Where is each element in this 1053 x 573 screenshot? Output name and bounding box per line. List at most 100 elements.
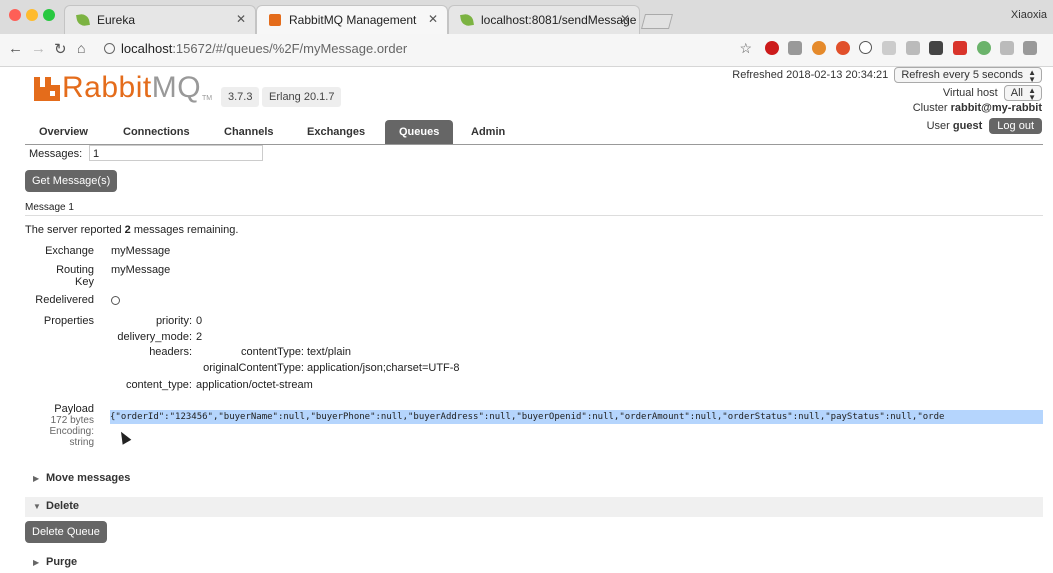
tab-connections[interactable]: Connections: [109, 120, 204, 144]
url-field[interactable]: localhost:15672/#/queues/%2F/myMessage.o…: [98, 38, 758, 60]
user-label: User: [926, 120, 950, 132]
close-tab-icon[interactable]: ✕: [620, 12, 630, 26]
tab-channels[interactable]: Channels: [210, 120, 288, 144]
tab-title: RabbitMQ Management: [289, 13, 417, 27]
rabbitmq-icon: [269, 14, 281, 26]
refresh-row: Refreshed 2018-02-13 20:34:21 Refresh ev…: [732, 67, 1042, 84]
back-arrow-icon[interactable]: ←: [8, 40, 23, 57]
user-value: guest: [952, 120, 983, 132]
refresh-select-value: Refresh every 5 seconds: [901, 69, 1023, 81]
remaining-text: The server reported 2 messages remaining…: [25, 224, 238, 236]
tab-queues[interactable]: Queues: [385, 120, 454, 144]
send-extension-icon[interactable]: [1023, 41, 1037, 55]
content-type-header-key: contentType:: [241, 346, 304, 358]
routing-label: Routing: [56, 264, 94, 276]
message-heading: Message 1: [25, 202, 74, 213]
original-content-type-value: application/json;charset=UTF-8: [307, 362, 460, 374]
logout-button[interactable]: Log out: [989, 118, 1042, 134]
original-content-type-key: originalContentType:: [203, 362, 304, 374]
expand-triangle-icon: ▶: [33, 474, 40, 483]
close-window-button[interactable]: [9, 9, 21, 21]
plus-extension-icon[interactable]: [953, 41, 967, 55]
reload-icon[interactable]: ↻: [54, 40, 67, 58]
window-extension-icon[interactable]: [906, 41, 920, 55]
content-type-value: application/octet-stream: [196, 379, 313, 391]
tab-exchanges[interactable]: Exchanges: [293, 120, 379, 144]
logo-text: RabbitMQ: [62, 71, 201, 105]
new-tab-button[interactable]: [640, 14, 674, 29]
extension-icon[interactable]: [788, 41, 802, 55]
close-tab-icon[interactable]: ✕: [236, 12, 246, 26]
url-host: localhost: [121, 41, 173, 56]
close-tab-icon[interactable]: ✕: [428, 12, 438, 26]
payload-label: Payload: [54, 403, 94, 415]
move-messages-title: Move messages: [46, 472, 131, 484]
select-arrows-icon: ▲ ▼: [1028, 68, 1036, 84]
delete-section[interactable]: ▼ Delete: [25, 497, 1043, 517]
purge-section[interactable]: ▶ Purge: [25, 553, 1043, 573]
browser-tab-strip: Eureka ✕ RabbitMQ Management ✕ localhost…: [0, 0, 1053, 35]
remaining-suffix: messages remaining.: [133, 224, 239, 236]
tab-title: localhost:8081/sendMessage: [481, 13, 637, 27]
get-messages-button[interactable]: Get Message(s): [25, 170, 118, 192]
maximize-window-button[interactable]: [43, 9, 55, 21]
vhost-select[interactable]: All ▲ ▼: [1003, 85, 1042, 102]
color-extension-icon[interactable]: [977, 41, 991, 55]
remaining-count: 2: [124, 224, 131, 236]
tab-title: Eureka: [97, 13, 136, 27]
block-extension-icon[interactable]: [836, 41, 850, 55]
exchange-label: Exchange: [45, 245, 94, 257]
filter-extension-icon[interactable]: [1000, 41, 1014, 55]
cookie-extension-icon[interactable]: [812, 41, 826, 55]
browser-tab-eureka[interactable]: Eureka ✕: [64, 5, 256, 34]
priority-value: 0: [196, 315, 203, 327]
messages-count-input[interactable]: 1: [89, 145, 263, 161]
delivery-mode-key: delivery_mode:: [117, 331, 192, 343]
user-row: User guest Log out: [927, 118, 1042, 134]
messages-label: Messages:: [29, 148, 83, 160]
spring-leaf-icon: [460, 13, 474, 27]
expand-triangle-icon: ▶: [33, 558, 40, 567]
browser-tab-sendmessage[interactable]: localhost:8081/sendMessage ✕: [448, 5, 640, 34]
version-badge: 3.7.3: [221, 87, 260, 107]
vhost-label: Virtual host: [942, 87, 998, 99]
info-extension-icon[interactable]: [859, 41, 872, 54]
tab-overview[interactable]: Overview: [25, 120, 102, 144]
vhost-select-value: All: [1010, 87, 1023, 99]
cluster-label: Cluster: [912, 102, 948, 114]
browser-tab-rabbitmq[interactable]: RabbitMQ Management ✕: [256, 5, 448, 34]
encoding-label: Encoding:: [49, 426, 94, 437]
url-path: :15672/#/queues/%2F/myMessage.order: [172, 41, 408, 56]
home-icon[interactable]: ⌂: [77, 40, 85, 56]
cluster-row: Cluster rabbit@my-rabbit: [913, 102, 1042, 114]
payload-size: 172 bytes: [50, 415, 94, 426]
profile-name[interactable]: Xiaoxia: [1011, 9, 1047, 21]
payload-text[interactable]: {"orderId":"123456","buyerName":null,"bu…: [110, 410, 1043, 424]
routing-key-value: myMessage: [111, 264, 171, 276]
select-arrows-icon: ▲ ▼: [1028, 86, 1036, 102]
remaining-prefix: The server reported: [25, 224, 122, 236]
delete-queue-button[interactable]: Delete Queue: [25, 521, 107, 543]
minimize-window-button[interactable]: [26, 9, 38, 21]
mouse-cursor-icon: [116, 429, 132, 445]
qr-code-icon[interactable]: [929, 41, 943, 55]
cluster-value: rabbit@my-rabbit: [950, 102, 1042, 114]
forward-arrow-icon[interactable]: →: [31, 40, 46, 57]
move-messages-section[interactable]: ▶ Move messages: [25, 469, 1043, 489]
logo-text-mq: MQ: [151, 71, 202, 104]
ghost-extension-icon[interactable]: [882, 41, 896, 55]
redelivered-label: Redelivered: [35, 294, 94, 306]
delete-title: Delete: [46, 500, 80, 512]
opera-extension-icon[interactable]: [765, 41, 779, 55]
content-type-header-value: text/plain: [307, 346, 352, 358]
delivery-mode-value: 2: [196, 331, 203, 343]
purge-title: Purge: [46, 556, 78, 568]
refreshed-time: 2018-02-13 20:34:21: [786, 69, 889, 81]
tab-admin[interactable]: Admin: [457, 120, 519, 144]
refresh-select[interactable]: Refresh every 5 seconds ▲ ▼: [894, 67, 1042, 84]
properties-label: Properties: [43, 315, 94, 327]
redelivered-indicator: [111, 296, 120, 305]
address-bar: ← → ↻ ⌂ localhost:15672/#/queues/%2F/myM…: [0, 34, 1053, 67]
bookmark-star-icon[interactable]: ☆: [739, 40, 752, 57]
encoding-value: string: [69, 437, 94, 448]
